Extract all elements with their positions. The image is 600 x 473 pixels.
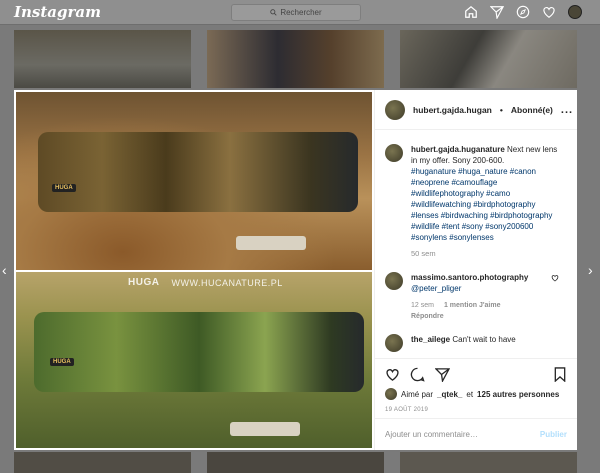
header-separator: • (499, 104, 503, 115)
lens-photo-fern: HUGA WWW.HUCANATURE.PL HUGA (16, 272, 372, 448)
search-icon (270, 9, 277, 16)
comment-like-icon[interactable] (551, 274, 559, 282)
watermark-url: WWW.HUCANATURE.PL (171, 277, 283, 288)
likes-summary: Aimé par _qtek_ et 125 autres personnes (385, 388, 567, 400)
share-icon[interactable] (435, 367, 450, 382)
post-side-panel: hubert.gajda.hugan • Abonné(e) ... huber… (374, 90, 577, 450)
like-icon[interactable] (385, 367, 400, 382)
add-comment-bar: Publier (375, 418, 577, 450)
instagram-logo[interactable]: Instagram (14, 3, 101, 21)
comment-time: 12 sem (411, 302, 434, 309)
camo-lens-brown (38, 132, 358, 212)
explore-icon[interactable] (516, 5, 530, 19)
liker-username[interactable]: _qtek_ (437, 390, 462, 399)
commenter-avatar[interactable] (385, 334, 403, 352)
comment-input[interactable] (385, 430, 540, 439)
comment-body: massimo.santoro.photography @peter_plige… (411, 272, 561, 294)
caption-time: 50 sem (411, 249, 436, 258)
comment-text: Can't wait to have (452, 335, 516, 344)
camo-lens-fern (34, 312, 364, 392)
likes-others[interactable]: 125 autres personnes (477, 390, 559, 399)
commenter-username[interactable]: the_ailege (411, 335, 450, 344)
caption: hubert.gajda.huganature Next new lens in… (385, 144, 567, 258)
lens-foot (236, 236, 306, 250)
search-input[interactable]: Rechercher (231, 4, 361, 21)
comment-item: massimo.santoro.photography @peter_plige… (385, 272, 567, 320)
next-post-arrow[interactable]: › (588, 262, 593, 278)
direct-icon[interactable] (490, 5, 504, 19)
profile-avatar[interactable] (568, 5, 582, 19)
grid-post-thumbnail[interactable] (14, 30, 191, 88)
author-username[interactable]: hubert.gajda.hugan (413, 105, 492, 115)
caption-username[interactable]: hubert.gajda.huganature (411, 145, 505, 154)
brand-tag: HUGA (50, 358, 74, 366)
comment-item: the_ailege Can't wait to have (385, 334, 567, 352)
watermark-logo: HUGA (128, 277, 160, 288)
home-icon[interactable] (464, 5, 478, 19)
lens-foot (230, 422, 300, 436)
heart-icon[interactable] (542, 5, 556, 19)
post-actions: Aimé par _qtek_ et 125 autres personnes … (375, 358, 577, 413)
grid-post-thumbnail[interactable] (207, 452, 384, 473)
caption-hashtags[interactable]: #huganature #huga_nature #canon #neopren… (411, 166, 561, 243)
post-modal: HUGA HUGA WWW.HUCANATURE.PL HUGA hubert.… (14, 90, 577, 450)
comment-icon[interactable] (410, 367, 425, 382)
author-avatar[interactable] (385, 99, 405, 120)
caption-avatar[interactable] (385, 144, 403, 162)
bookmark-icon[interactable] (553, 367, 567, 382)
post-image[interactable]: HUGA HUGA WWW.HUCANATURE.PL HUGA (14, 90, 374, 450)
lens-photo-autumn: HUGA (16, 92, 372, 270)
more-options-icon[interactable]: ... (561, 104, 573, 116)
nav-icons (464, 5, 582, 19)
action-icons (385, 367, 567, 382)
comment-meta: 12 sem 1 mention J'aime (411, 302, 561, 309)
commenter-username[interactable]: massimo.santoro.photography (411, 273, 528, 282)
prev-post-arrow[interactable]: ‹ (2, 262, 7, 278)
commenter-avatar[interactable] (385, 272, 403, 290)
post-date: 19 AOÛT 2019 (385, 407, 429, 413)
likes-prefix: Aimé par (401, 389, 434, 399)
liker-avatar[interactable] (385, 388, 397, 400)
caption-text-block: hubert.gajda.huganature Next new lens in… (411, 144, 561, 243)
top-nav: Instagram Rechercher (0, 0, 600, 25)
comment-body: the_ailege Can't wait to have (411, 334, 561, 352)
comment-likes[interactable]: 1 mention J'aime (444, 302, 501, 309)
reply-button[interactable]: Répondre (411, 313, 561, 320)
grid-post-thumbnail[interactable] (400, 30, 577, 88)
post-header: hubert.gajda.hugan • Abonné(e) ... (375, 90, 577, 130)
grid-post-thumbnail[interactable] (400, 452, 577, 473)
grid-post-thumbnail[interactable] (207, 30, 384, 88)
grid-post-thumbnail[interactable] (14, 452, 191, 473)
search-placeholder: Rechercher (280, 8, 322, 17)
comment-mention[interactable]: @peter_pliger (411, 283, 561, 294)
likes-connector: et (466, 389, 474, 399)
publish-button[interactable]: Publier (540, 430, 567, 439)
follow-status[interactable]: Abonné(e) (511, 105, 553, 115)
watermark: HUGA WWW.HUCANATURE.PL (128, 277, 283, 288)
comments-list[interactable]: hubert.gajda.huganature Next new lens in… (375, 131, 577, 357)
brand-tag: HUGA (52, 184, 76, 192)
